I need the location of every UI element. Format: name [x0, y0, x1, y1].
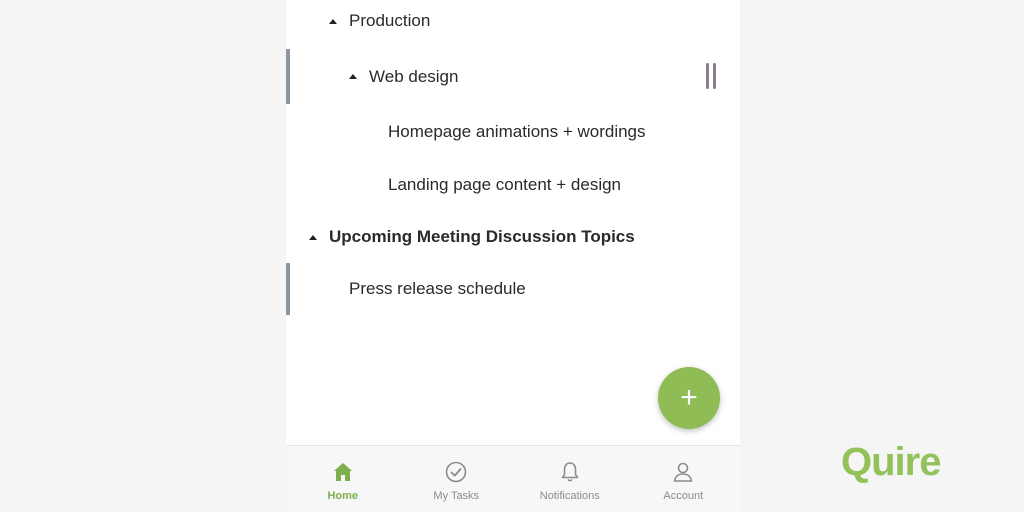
- quire-logo: Quire: [841, 440, 941, 484]
- tree-item-label: Homepage animations + wordings: [388, 122, 646, 141]
- tree-item-label: Web design: [369, 67, 459, 86]
- tree-item-label: Upcoming Meeting Discussion Topics: [329, 227, 635, 246]
- home-icon: [333, 463, 352, 481]
- tab-my-tasks[interactable]: My Tasks: [400, 446, 514, 512]
- tab-label: My Tasks: [433, 490, 480, 502]
- tree-item-label: Press release schedule: [349, 279, 526, 298]
- selection-indicator: [286, 49, 290, 104]
- tab-label: Notifications: [539, 490, 600, 502]
- collapse-triangle-icon[interactable]: [309, 235, 317, 240]
- tab-label: Account: [663, 490, 704, 502]
- tree-item-landing-page[interactable]: Landing page content + design: [286, 159, 740, 211]
- tab-home[interactable]: Home: [286, 446, 400, 512]
- tree-item-web-design[interactable]: Web design: [286, 49, 740, 104]
- collapse-triangle-icon[interactable]: [349, 74, 357, 79]
- tab-account[interactable]: Account: [627, 446, 741, 512]
- bell-icon: [561, 462, 579, 482]
- collapse-triangle-icon[interactable]: [329, 19, 337, 24]
- tree-item-press-release[interactable]: Press release schedule: [286, 263, 740, 315]
- tree-item-homepage-animations[interactable]: Homepage animations + wordings: [286, 106, 740, 158]
- bottom-tab-bar: Home My Tasks Notifications Account: [286, 445, 740, 512]
- tree-item-label: Production: [349, 11, 431, 30]
- tree-item-upcoming-meeting[interactable]: Upcoming Meeting Discussion Topics: [286, 211, 740, 263]
- person-icon: [673, 462, 693, 482]
- tab-label: Home: [327, 490, 359, 502]
- add-task-button[interactable]: +: [658, 367, 720, 429]
- tab-notifications[interactable]: Notifications: [513, 446, 627, 512]
- tree-item-label: Landing page content + design: [388, 175, 622, 194]
- tree-item-production[interactable]: Production: [286, 0, 740, 48]
- drag-handle-icon[interactable]: [706, 63, 720, 89]
- plus-icon: +: [680, 381, 698, 414]
- check-circle-icon: [445, 461, 467, 483]
- selection-indicator: [286, 263, 290, 315]
- task-list-panel: Production Web design Homepage animation…: [286, 0, 740, 512]
